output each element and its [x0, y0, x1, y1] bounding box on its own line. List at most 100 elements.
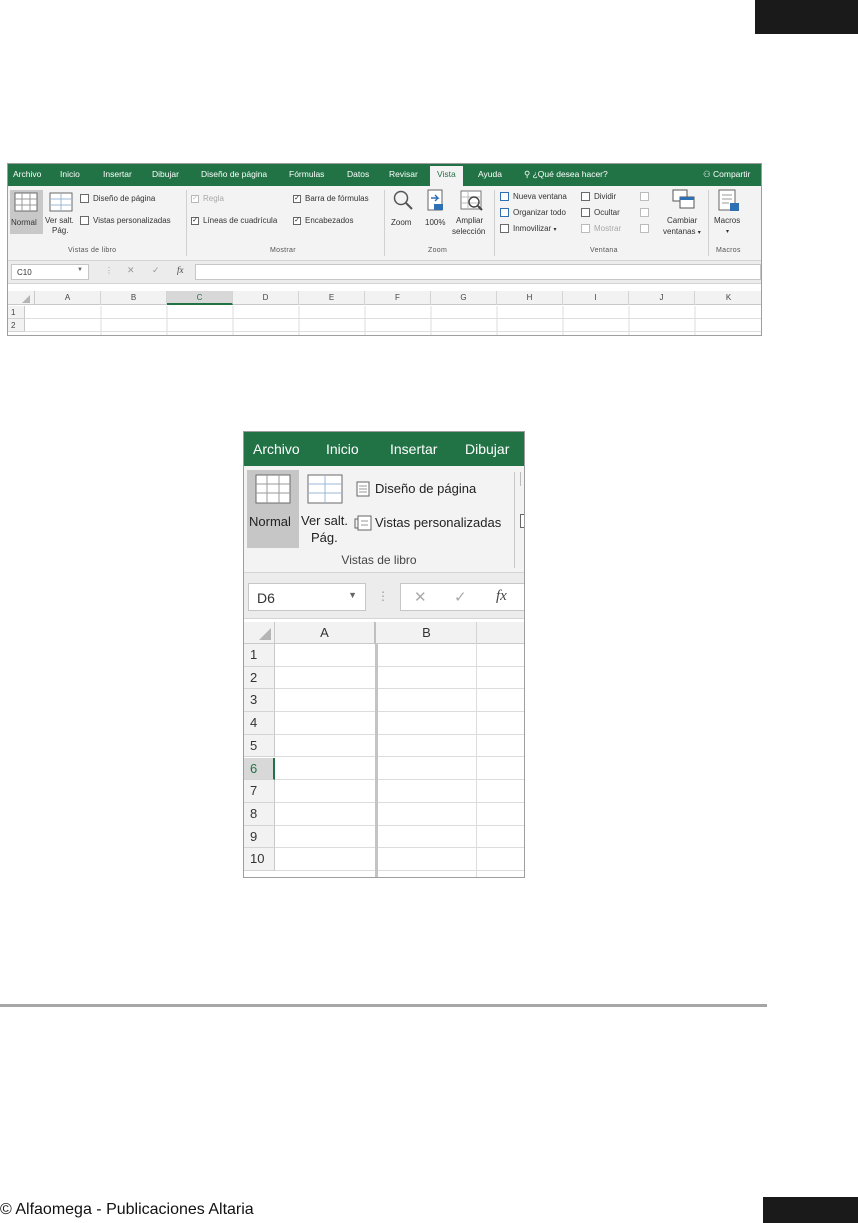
side-by-side-icon[interactable] — [640, 192, 649, 201]
excel-full-ribbon-screenshot: Archivo Inicio Insertar Dibujar Diseño d… — [7, 163, 762, 336]
column-header[interactable]: B — [377, 622, 477, 644]
headings-checkbox[interactable]: ✓ — [293, 217, 301, 225]
more-icon: ⋮ — [377, 589, 389, 603]
tab-formulas[interactable]: Fórmulas — [289, 169, 324, 179]
macros-button[interactable]: Macros — [714, 216, 740, 226]
enter-icon[interactable]: ✓ — [454, 588, 467, 606]
column-header[interactable]: B — [101, 291, 167, 305]
row-header-selected[interactable]: 6 — [244, 757, 275, 781]
row-header[interactable]: 5 — [244, 734, 275, 758]
switch-windows-button[interactable]: Cambiar — [667, 216, 697, 226]
tab-insertar[interactable]: Insertar — [390, 441, 437, 457]
tab-ayuda[interactable]: Ayuda — [478, 169, 502, 179]
row-header[interactable]: 3 — [244, 689, 275, 713]
column-header[interactable]: K — [695, 291, 761, 305]
share-button[interactable]: ⚇ Compartir — [703, 169, 750, 180]
column-header-partial[interactable] — [477, 622, 524, 644]
custom-views-button[interactable]: Vistas personalizadas — [375, 515, 501, 531]
tab-diseno-pagina[interactable]: Diseño de página — [201, 169, 267, 179]
column-header[interactable]: J — [629, 291, 695, 305]
dropdown-arrow-icon[interactable]: ▾ — [726, 227, 729, 237]
zoom-button[interactable]: Zoom — [391, 218, 411, 228]
arrange-all-button[interactable]: Organizar todo — [513, 208, 566, 218]
select-all-corner[interactable] — [244, 622, 275, 644]
zoom-selection-button[interactable]: Ampliar — [456, 216, 483, 226]
formula-bar-checkbox[interactable]: ✓ — [293, 195, 301, 203]
table-row[interactable] — [275, 689, 524, 713]
freeze-panes-button[interactable]: Inmovilizar ▾ — [513, 224, 556, 235]
table-row[interactable] — [275, 780, 524, 803]
enter-icon[interactable]: ✓ — [152, 265, 160, 276]
tab-revisar[interactable]: Revisar — [389, 169, 418, 179]
tab-inicio[interactable]: Inicio — [326, 441, 359, 457]
tab-datos[interactable]: Datos — [347, 169, 369, 179]
column-header[interactable]: H — [497, 291, 563, 305]
unhide-button[interactable]: Mostrar — [594, 224, 621, 234]
search-box[interactable]: ⚲ ¿Qué desea hacer? — [524, 169, 608, 180]
frozen-pane-divider[interactable] — [375, 644, 378, 877]
ruler-label: Regla — [203, 194, 224, 203]
zoom-100-button[interactable]: 100% — [425, 218, 445, 228]
column-header[interactable]: D — [233, 291, 299, 305]
row-header[interactable]: 10 — [244, 848, 275, 871]
hide-button[interactable]: Ocultar — [594, 208, 620, 218]
column-header[interactable]: G — [431, 291, 497, 305]
tab-dibujar[interactable]: Dibujar — [465, 441, 509, 457]
row-header[interactable]: 7 — [244, 780, 275, 803]
name-box[interactable]: D6 ▼ — [248, 583, 366, 611]
table-row[interactable] — [275, 735, 524, 758]
user-icon: ⚇ — [703, 169, 711, 179]
cancel-icon[interactable]: ✕ — [127, 265, 135, 276]
table-row[interactable] — [275, 667, 524, 690]
table-row[interactable] — [275, 712, 524, 735]
new-window-button[interactable]: Nueva ventana — [513, 192, 567, 202]
row-header[interactable]: 1 — [244, 644, 275, 667]
tab-dibujar[interactable]: Dibujar — [152, 169, 179, 179]
insert-function-icon[interactable]: fx — [177, 265, 184, 275]
tab-insertar[interactable]: Insertar — [103, 169, 132, 179]
zoom-selection-icon — [460, 190, 483, 211]
tab-inicio[interactable]: Inicio — [60, 169, 80, 179]
row-header[interactable]: 4 — [244, 712, 275, 735]
group-label-ventana: Ventana — [590, 247, 618, 254]
reset-position-icon[interactable] — [640, 224, 649, 233]
row-header[interactable]: 2 — [244, 666, 275, 690]
insert-function-icon[interactable]: fx — [496, 588, 507, 605]
formula-input[interactable] — [195, 264, 761, 280]
dropdown-arrow-icon[interactable]: ▼ — [77, 267, 83, 273]
name-box[interactable]: C10 ▼ — [11, 264, 89, 280]
page-layout-view-button[interactable]: Diseño de página — [375, 481, 476, 497]
table-row[interactable] — [275, 848, 524, 871]
page-layout-view-button[interactable]: Diseño de página — [93, 194, 155, 204]
row-header[interactable]: 9 — [244, 825, 275, 849]
split-button[interactable]: Dividir — [594, 192, 616, 202]
column-header[interactable]: E — [299, 291, 365, 305]
page-break-view-button[interactable]: Ver salt. — [301, 513, 348, 529]
tab-archivo[interactable]: Archivo — [13, 169, 41, 179]
normal-view-button[interactable]: Normal — [11, 218, 37, 228]
ribbon-body: Normal Ver salt. Pág. Diseño de página V… — [8, 186, 761, 261]
row-header[interactable]: 8 — [244, 802, 275, 826]
table-row[interactable] — [275, 644, 524, 667]
dropdown-arrow-icon[interactable]: ▼ — [348, 590, 357, 600]
tab-archivo[interactable]: Archivo — [253, 441, 300, 457]
custom-views-icon — [354, 515, 372, 531]
ruler-checkbox[interactable]: ✓ — [191, 195, 199, 203]
table-row[interactable] — [275, 758, 524, 781]
column-headers: A B — [244, 622, 524, 644]
gridlines-checkbox[interactable]: ✓ — [191, 217, 199, 225]
normal-view-button[interactable]: Normal — [249, 514, 291, 530]
cancel-icon[interactable]: ✕ — [414, 588, 427, 606]
table-row[interactable] — [275, 803, 524, 826]
column-header[interactable]: A — [35, 291, 101, 305]
page-break-view-button[interactable]: Ver salt. — [45, 216, 74, 226]
column-header-selected[interactable]: C — [167, 291, 233, 305]
select-all-corner[interactable] — [8, 291, 35, 305]
custom-views-button[interactable]: Vistas personalizadas — [93, 216, 171, 226]
column-header[interactable]: I — [563, 291, 629, 305]
sync-scroll-icon[interactable] — [640, 208, 649, 217]
tab-vista[interactable]: Vista — [430, 166, 463, 186]
column-header[interactable]: A — [275, 622, 376, 644]
table-row[interactable] — [275, 826, 524, 849]
column-header[interactable]: F — [365, 291, 431, 305]
